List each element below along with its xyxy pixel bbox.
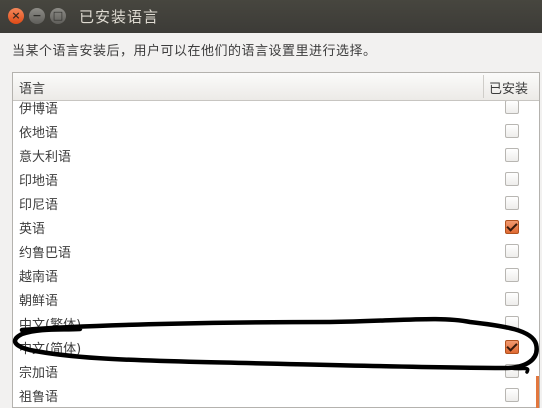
table-row[interactable]: 印尼语 — [13, 191, 539, 215]
table-row[interactable]: 印地语 — [13, 167, 539, 191]
installed-checkbox[interactable] — [505, 172, 519, 186]
table-row[interactable]: 中文(简体) — [13, 335, 539, 359]
installed-checkbox[interactable] — [505, 364, 519, 378]
language-label: 印尼语 — [19, 198, 59, 213]
column-divider — [483, 75, 484, 98]
language-label: 朝鲜语 — [19, 294, 59, 309]
table-header: 语言 已安装 — [13, 73, 539, 101]
table-row[interactable]: 朝鲜语 — [13, 287, 539, 311]
installed-checkbox[interactable] — [505, 388, 519, 402]
scrollbar-thumb[interactable] — [536, 376, 539, 408]
installed-checkbox[interactable] — [505, 316, 519, 330]
table-row[interactable]: 约鲁巴语 — [13, 239, 539, 263]
language-label: 祖鲁语 — [19, 390, 59, 405]
language-label: 中文(简体) — [19, 342, 82, 357]
window-titlebar: × − □ 已安装语言 — [0, 0, 542, 33]
column-header-language[interactable]: 语言 — [19, 78, 45, 97]
window-title: 已安装语言 — [79, 8, 160, 26]
installed-checkbox[interactable] — [505, 220, 519, 234]
table-row[interactable]: 越南语 — [13, 263, 539, 287]
language-label: 印地语 — [19, 174, 59, 189]
language-label: 中文(繁体) — [19, 318, 82, 333]
table-row[interactable]: 依地语 — [13, 119, 539, 143]
table-row[interactable]: 宗加语 — [13, 359, 539, 383]
close-button[interactable]: × — [8, 8, 24, 24]
installed-checkbox[interactable] — [505, 244, 519, 258]
maximize-button[interactable]: □ — [50, 8, 66, 24]
language-label: 意大利语 — [19, 150, 72, 165]
language-label: 宗加语 — [19, 366, 59, 381]
installed-checkbox[interactable] — [505, 100, 519, 114]
table-row[interactable]: 意大利语 — [13, 143, 539, 167]
language-label: 英语 — [19, 222, 46, 237]
installed-checkbox[interactable] — [505, 124, 519, 138]
installed-checkbox[interactable] — [505, 292, 519, 306]
column-header-installed[interactable]: 已安装 — [489, 78, 528, 97]
installed-checkbox[interactable] — [505, 268, 519, 282]
description-text: 当某个语言安装后，用户可以在他们的语言设置里进行选择。 — [12, 44, 377, 59]
table-row[interactable]: 英语 — [13, 215, 539, 239]
language-table: 伊博语 依地语 意大利语 印地语 印尼语 英语 约鲁巴语 越南语 朝鲜语 中文(繁体) 中文(简体)… — [12, 72, 540, 408]
installed-checkbox[interactable] — [505, 148, 519, 162]
language-list: 伊博语 依地语 意大利语 印地语 印尼语 英语 约鲁巴语 越南语 朝鲜语 中文(繁体) 中文(简体)… — [13, 95, 539, 407]
language-label: 越南语 — [19, 270, 59, 285]
table-row[interactable]: 祖鲁语 — [13, 383, 539, 407]
table-row[interactable]: 中文(繁体) — [13, 311, 539, 335]
language-label: 约鲁巴语 — [19, 246, 72, 261]
minimize-button[interactable]: − — [29, 8, 45, 24]
installed-checkbox[interactable] — [505, 196, 519, 210]
language-label: 依地语 — [19, 126, 59, 141]
installed-checkbox[interactable] — [505, 340, 519, 354]
